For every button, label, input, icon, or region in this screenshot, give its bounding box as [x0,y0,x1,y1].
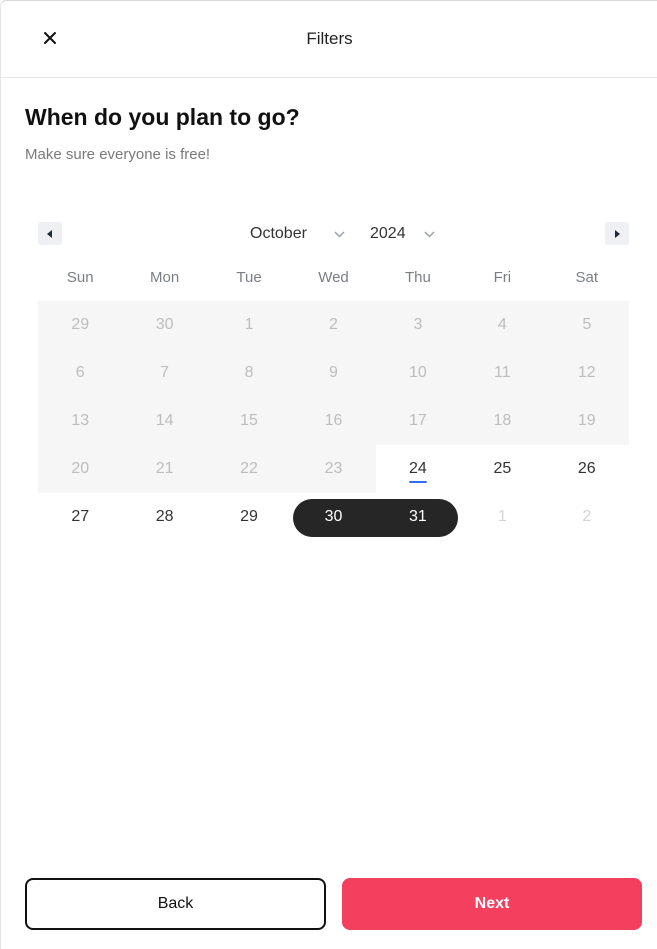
calendar-day-selected-start[interactable]: 30 [291,493,375,541]
day-number: 24 [409,460,427,477]
caret-right-icon [613,225,621,243]
weekday-label: Sun [66,269,94,286]
calendar-day-disabled: 10 [375,349,461,397]
calendar-day-today[interactable]: 24 [376,445,460,493]
calendar-day-disabled: 16 [291,397,376,445]
calendar-day-disabled: 30 [122,301,207,349]
calendar-day-disabled: 8 [206,349,292,397]
month-select-value: October [250,225,307,242]
calendar-day-disabled: 4 [460,301,545,349]
calendar-day[interactable]: 27 [38,493,122,541]
calendar-day-disabled: 15 [206,397,292,445]
calendar-day-disabled: 2 [291,301,376,349]
year-select[interactable]: 2024 [370,223,435,245]
modal-title: Filters [306,29,353,48]
calendar-day-disabled: 7 [122,349,207,397]
calendar-day-disabled: 3 [375,301,461,349]
calendar-day-disabled: 11 [460,349,545,397]
calendar-day-disabled: 6 [38,349,123,397]
calendar-day-disabled: 12 [544,349,629,397]
calendar-day[interactable]: 29 [207,493,291,541]
calendar-day-disabled: 14 [122,397,207,445]
calendar-day[interactable]: 28 [122,493,206,541]
today-indicator [408,481,427,483]
calendar-day[interactable]: 25 [460,445,544,493]
weekday-label: Tue [236,269,262,286]
weekday-label: Wed [318,269,349,286]
weekday-label: Mon [150,269,180,286]
calendar-day-disabled: 9 [291,349,376,397]
calendar-day-disabled: 13 [38,397,123,445]
weekday-label: Sat [575,269,599,286]
chevron-down-icon [334,230,345,238]
calendar-day-disabled: 23 [291,445,376,493]
previous-month-button[interactable] [38,222,62,245]
next-month-button[interactable] [605,222,629,245]
weekday-label: Thu [404,269,431,286]
calendar-grid: 29 30 1 2 3 4 5 6 7 8 9 10 11 12 13 14 1… [38,301,629,541]
page-subtitle: Make sure everyone is free! [25,146,211,163]
calendar-day-disabled: 29 [38,301,123,349]
weekday-label: Fri [493,269,512,286]
back-button[interactable]: Back [25,878,326,930]
calendar-day-disabled: 17 [375,397,461,445]
calendar-day-selected-end[interactable]: 31 [376,493,460,541]
next-button[interactable]: Next [342,878,642,930]
calendar-day-outside-month: 2 [582,508,592,525]
page-title: When do you plan to go? [25,104,300,130]
filters-modal: Filters When do you plan to go? Make sur… [0,0,657,949]
month-select[interactable]: October [250,223,345,245]
calendar-day-disabled: 20 [38,445,123,493]
calendar-day-disabled: 21 [122,445,207,493]
weekday-header: Sun Mon Tue Wed Thu Fri Sat [38,269,629,286]
calendar-day-disabled: 5 [544,301,629,349]
calendar-day[interactable]: 26 [545,445,629,493]
calendar-day-disabled: 1 [206,301,292,349]
modal-header: Filters [1,1,657,78]
calendar-day-outside-month: 1 [497,508,507,525]
chevron-down-icon [424,230,435,238]
calendar-day-disabled: 19 [544,397,629,445]
year-select-value: 2024 [370,225,406,242]
calendar-day-disabled: 18 [460,397,545,445]
caret-left-icon [46,225,54,243]
calendar-day-disabled: 22 [206,445,292,493]
